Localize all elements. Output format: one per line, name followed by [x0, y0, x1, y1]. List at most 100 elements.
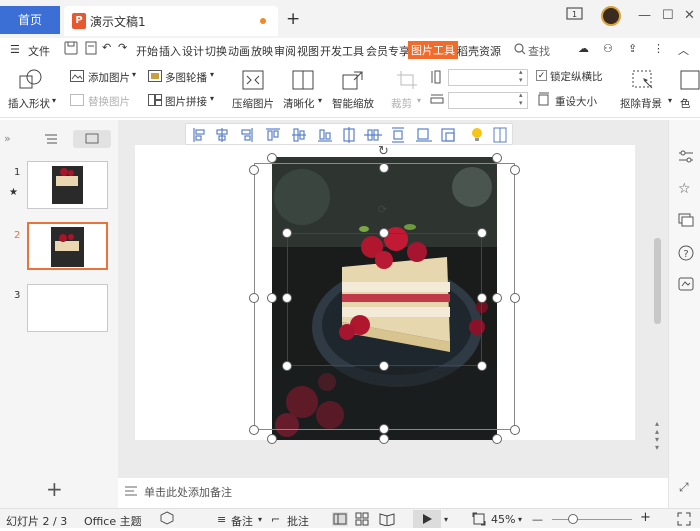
menu-developer[interactable]: 开发工具	[320, 43, 364, 59]
expand-pane-icon[interactable]: ⤢	[679, 480, 689, 495]
resize-handle[interactable]	[379, 228, 389, 238]
fit-window-icon[interactable]	[472, 512, 486, 529]
notes-area[interactable]: 单击此处添加备注	[118, 478, 668, 508]
resize-handle[interactable]	[492, 153, 502, 163]
height-field[interactable]	[448, 69, 528, 86]
remove-background-dropdown[interactable]: ▾	[668, 96, 672, 105]
slide-sorter-icon[interactable]	[355, 512, 369, 529]
menu-transition[interactable]: 切换	[205, 43, 227, 59]
width-spinner[interactable]: ▴ ▾	[519, 91, 523, 107]
crop-rotate-icon[interactable]: ⟳	[378, 203, 387, 216]
resize-handle[interactable]	[249, 425, 259, 435]
document-tab[interactable]: P 演示文稿1	[64, 6, 278, 36]
menu-member[interactable]: 会员专享	[366, 43, 410, 59]
resize-handle[interactable]	[267, 434, 277, 444]
resize-handle[interactable]	[379, 163, 389, 173]
animation-icon[interactable]: ☆	[678, 181, 691, 197]
smart-beautify-icon[interactable]	[678, 277, 694, 294]
notes-toggle-dropdown[interactable]: ▾	[258, 515, 262, 524]
collapse-panel-icon[interactable]: »	[4, 132, 11, 145]
play-dropdown[interactable]: ▾	[444, 515, 448, 524]
maximize-button[interactable]: ☐	[662, 8, 674, 23]
outline-view-icon[interactable]	[44, 133, 58, 148]
collaborate-icon[interactable]: ⚇	[603, 42, 613, 55]
picture-splice-button[interactable]: 图片拼接	[165, 94, 207, 109]
resize-handle[interactable]	[379, 361, 389, 371]
more-icon[interactable]: ⋮	[653, 42, 664, 55]
resize-handle[interactable]	[282, 228, 292, 238]
menu-animation[interactable]: 动画	[228, 43, 250, 59]
save-icon[interactable]	[64, 41, 78, 58]
search-label[interactable]: 查找	[528, 43, 550, 59]
properties-icon[interactable]	[678, 150, 694, 167]
undo-icon[interactable]: ↶	[102, 41, 111, 54]
comments-button[interactable]: 批注	[287, 513, 309, 529]
crop-dropdown[interactable]: ▾	[417, 96, 421, 105]
compress-picture-button[interactable]: 压缩图片	[232, 96, 274, 111]
normal-view-icon[interactable]	[332, 512, 348, 526]
add-slide-button[interactable]: +	[46, 477, 63, 501]
resize-handle[interactable]	[249, 293, 259, 303]
resize-handle[interactable]	[492, 434, 502, 444]
resize-handle[interactable]	[492, 293, 502, 303]
resize-handle[interactable]	[282, 361, 292, 371]
close-button[interactable]: ✕	[684, 8, 695, 23]
resize-handle[interactable]	[477, 361, 487, 371]
comment-icon[interactable]: ⌐	[271, 513, 280, 526]
minimize-button[interactable]: —	[638, 8, 651, 23]
menu-picture-tools[interactable]: 图片工具	[408, 41, 458, 59]
menu-file[interactable]: 文件	[28, 43, 50, 59]
resize-handle[interactable]	[267, 293, 277, 303]
vertical-scrollbar[interactable]	[654, 238, 661, 324]
share-icon[interactable]: ⇪	[628, 42, 637, 55]
multi-carousel-dropdown[interactable]: ▾	[210, 70, 214, 79]
avatar[interactable]	[601, 6, 621, 26]
slide-thumbnail-1[interactable]	[27, 161, 108, 209]
fullscreen-icon[interactable]	[677, 512, 691, 529]
search-icon[interactable]	[514, 43, 526, 58]
add-picture-button[interactable]: 添加图片	[88, 70, 130, 85]
new-tab-button[interactable]: +	[286, 9, 300, 29]
notes-toggle-icon[interactable]: ≡	[217, 513, 226, 526]
zoom-in-button[interactable]: +	[640, 510, 651, 525]
resize-handle[interactable]	[477, 228, 487, 238]
slide-view-tab[interactable]	[73, 130, 111, 148]
theme-name[interactable]: Office 主题	[84, 513, 142, 529]
resize-handle[interactable]	[267, 153, 277, 163]
play-slideshow-button[interactable]	[413, 510, 441, 528]
slide-thumbnail-3[interactable]	[27, 284, 108, 332]
zoom-slider-thumb[interactable]	[568, 514, 578, 524]
cloud-icon[interactable]: ☁	[578, 42, 589, 55]
zoom-dropdown[interactable]: ▾	[518, 515, 522, 524]
menu-review[interactable]: 审阅	[274, 43, 296, 59]
zoom-slider[interactable]	[552, 519, 632, 520]
resize-handle[interactable]	[510, 425, 520, 435]
crop-button[interactable]: 裁剪	[391, 96, 412, 111]
menu-slideshow[interactable]: 放映	[251, 43, 273, 59]
resize-handle[interactable]	[282, 293, 292, 303]
add-picture-dropdown[interactable]: ▾	[132, 70, 136, 79]
message-icon[interactable]: 1	[566, 6, 584, 26]
resize-handle[interactable]	[249, 165, 259, 175]
slide-thumbnail-2[interactable]	[27, 222, 108, 270]
notes-toggle-button[interactable]: 备注	[231, 513, 253, 529]
sharpen-button[interactable]: 清晰化	[283, 96, 315, 111]
help-icon[interactable]: ?	[678, 245, 694, 264]
scroll-arrows-icon[interactable]: ▴ ▴ ▾ ▾	[655, 420, 659, 452]
menu-docer-resources[interactable]: 稻壳资源	[457, 43, 501, 59]
menu-insert[interactable]: 插入	[159, 43, 181, 59]
resize-handle[interactable]	[510, 293, 520, 303]
height-spinner[interactable]: ▴ ▾	[519, 68, 523, 84]
replace-picture-button[interactable]: 替换图片	[88, 94, 130, 109]
accessibility-icon[interactable]	[160, 511, 174, 528]
shapes-icon[interactable]	[18, 68, 44, 95]
resize-handle[interactable]	[379, 424, 389, 434]
color-button[interactable]: 色	[680, 96, 691, 111]
collapse-ribbon-icon[interactable]: ︿	[678, 42, 689, 58]
reset-size-button[interactable]: 重设大小	[555, 94, 597, 109]
rotate-handle-icon[interactable]: ↻	[378, 144, 389, 159]
menu-design[interactable]: 设计	[182, 43, 204, 59]
insert-shape-dropdown[interactable]: ▾	[52, 96, 56, 105]
remove-background-button[interactable]: 抠除背景	[620, 96, 662, 111]
reading-view-icon[interactable]	[379, 512, 395, 529]
